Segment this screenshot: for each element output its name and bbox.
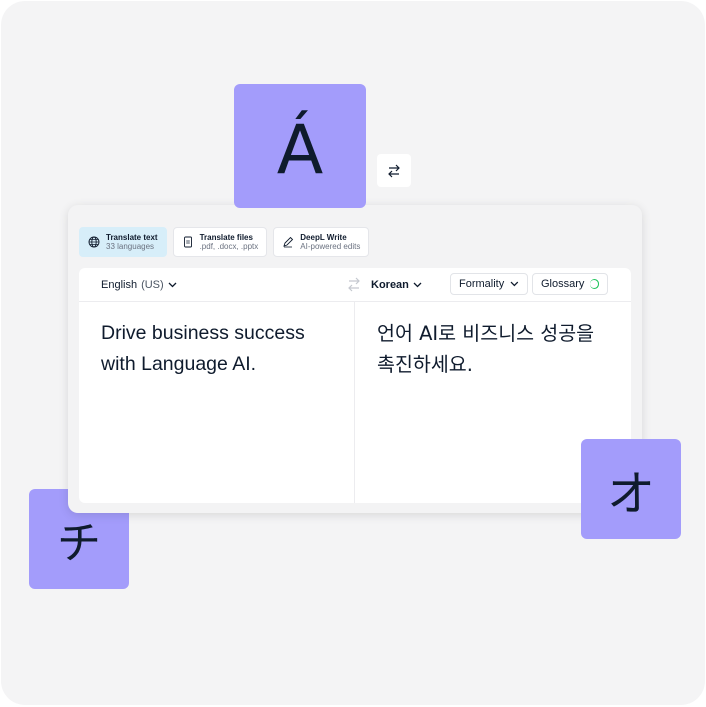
glossary-toggle-button[interactable]: Glossary	[532, 273, 608, 295]
mode-subtitle: .pdf, .docx, .pptx	[199, 242, 259, 251]
globe-icon	[88, 236, 100, 248]
chevron-down-icon	[510, 281, 519, 287]
translator-panel: Translate text 33 languages Translate fi…	[68, 205, 642, 513]
mode-tabs: Translate text 33 languages Translate fi…	[79, 227, 370, 257]
source-text-input[interactable]: Drive business success with Language AI.	[101, 318, 341, 380]
formality-label: Formality	[459, 278, 505, 290]
mode-subtitle: AI-powered edits	[300, 242, 361, 251]
tab-deepl-write[interactable]: DeepL Write AI-powered edits	[273, 227, 370, 257]
mode-title: DeepL Write	[300, 233, 347, 242]
target-language-select[interactable]: Korean	[371, 279, 422, 291]
source-language-select[interactable]: English (US)	[101, 279, 177, 291]
tab-translate-files[interactable]: Translate files .pdf, .docx, .pptx	[172, 227, 268, 257]
file-icon	[183, 236, 192, 248]
target-text-output: 언어 AI로 비즈니스 성공을 촉진하세요.	[377, 322, 595, 376]
swap-arrows-icon	[388, 164, 400, 177]
pane-divider	[354, 301, 355, 503]
letter-tile-o: オ	[581, 439, 681, 539]
swap-languages-icon[interactable]	[346, 277, 362, 292]
canvas: Á チ Translate text 33 languages Translat…	[1, 1, 705, 705]
chevron-down-icon	[168, 282, 177, 288]
formality-dropdown[interactable]: Formality	[450, 273, 528, 295]
source-language-name: English	[101, 279, 138, 291]
translation-editor: English (US) Korean Formality Glossary D…	[79, 268, 631, 503]
letter-tile-a-acute: Á	[234, 84, 366, 208]
mode-subtitle: 33 languages	[106, 242, 155, 251]
pen-icon	[283, 236, 294, 248]
glossary-label: Glossary	[541, 278, 585, 290]
tab-translate-text[interactable]: Translate text 33 languages	[79, 227, 167, 257]
tile-glyph: チ	[57, 518, 101, 569]
source-language-region: (US)	[141, 279, 164, 291]
mode-title: Translate text	[106, 233, 158, 242]
tile-glyph: オ	[606, 466, 655, 522]
target-language-name: Korean	[371, 279, 409, 291]
mode-title: Translate files	[199, 233, 253, 242]
glossary-toggle-switch[interactable]	[590, 279, 599, 289]
tile-glyph: Á	[276, 110, 324, 190]
chevron-down-icon	[413, 282, 422, 288]
swap-chip	[377, 154, 411, 187]
editor-header: English (US) Korean Formality Glossary	[79, 268, 631, 302]
